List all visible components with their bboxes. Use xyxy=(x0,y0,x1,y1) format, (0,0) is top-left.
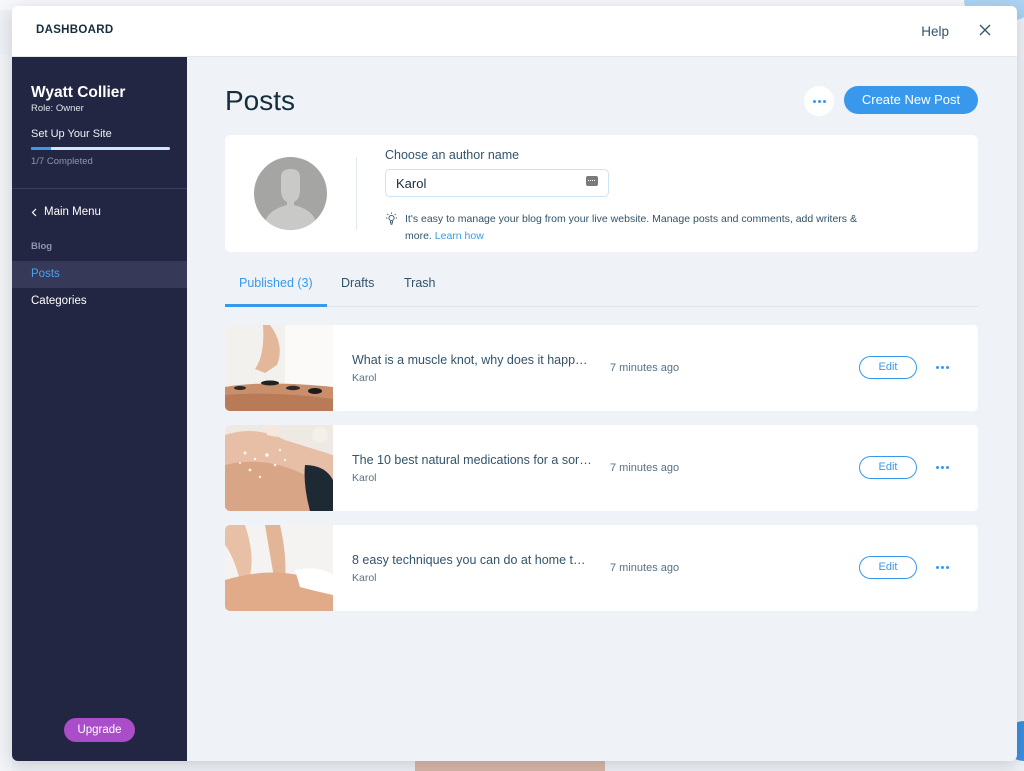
edit-post-button[interactable]: Edit xyxy=(859,556,917,579)
post-thumbnail xyxy=(225,325,333,411)
background-sidebar xyxy=(0,55,12,771)
tab-trash[interactable]: Trash xyxy=(404,276,436,290)
avatar xyxy=(254,157,327,230)
post-title[interactable]: The 10 best natural medications for a so… xyxy=(352,453,597,467)
post-tabs: Published (3) Drafts Trash xyxy=(225,267,978,307)
page-title: Posts xyxy=(225,85,296,116)
sidebar: Wyatt Collier Role: Owner Set Up Your Si… xyxy=(12,57,187,761)
more-actions-button[interactable] xyxy=(804,86,834,116)
more-horizontal-icon xyxy=(935,466,949,469)
create-new-post-button[interactable]: Create New Post xyxy=(844,86,978,114)
setup-progress-bar xyxy=(31,147,170,150)
close-button[interactable] xyxy=(977,22,993,38)
post-thumbnail xyxy=(225,525,333,611)
author-name-input[interactable] xyxy=(385,169,609,197)
post-timestamp: 7 minutes ago xyxy=(610,362,680,374)
salt-scrub-back-image xyxy=(225,425,333,511)
background-image xyxy=(415,761,605,771)
main-content: Posts Create New Post Choose an author n… xyxy=(187,57,1017,761)
tab-published[interactable]: Published (3) xyxy=(239,276,313,290)
sidebar-divider xyxy=(12,188,187,189)
upgrade-button[interactable]: Upgrade xyxy=(64,718,135,742)
sidebar-section-blog: Blog xyxy=(31,241,53,252)
edit-post-button[interactable]: Edit xyxy=(859,356,917,379)
sidebar-item-categories[interactable]: Categories xyxy=(12,288,187,315)
sidebar-item-posts[interactable]: Posts xyxy=(12,261,187,288)
more-horizontal-icon xyxy=(812,99,826,103)
modal-title: DASHBOARD xyxy=(36,24,114,36)
setup-title[interactable]: Set Up Your Site xyxy=(31,128,112,140)
learn-how-link[interactable]: Learn how xyxy=(435,230,484,242)
main-menu-link[interactable]: Main Menu xyxy=(31,206,101,218)
post-more-button[interactable] xyxy=(931,556,953,579)
active-tab-indicator xyxy=(225,304,327,307)
dashboard-modal: DASHBOARD Help Wyatt Collier Role: Owner… xyxy=(12,6,1017,761)
user-role: Role: Owner xyxy=(31,103,84,114)
post-timestamp: 7 minutes ago xyxy=(610,562,680,574)
post-title[interactable]: What is a muscle knot, why does it happ… xyxy=(352,353,597,367)
close-icon xyxy=(979,24,991,36)
blog-tip: It's easy to manage your blog from your … xyxy=(385,211,885,245)
chevron-left-icon xyxy=(31,208,37,216)
post-author: Karol xyxy=(352,572,377,584)
post-author: Karol xyxy=(352,372,377,384)
tab-drafts[interactable]: Drafts xyxy=(341,276,374,290)
post-title[interactable]: 8 easy techniques you can do at home t… xyxy=(352,553,597,567)
help-link[interactable]: Help xyxy=(921,24,949,39)
back-massage-image xyxy=(225,525,333,611)
user-silhouette-icon xyxy=(266,169,315,230)
more-horizontal-icon xyxy=(935,366,949,369)
author-name-label: Choose an author name xyxy=(385,148,520,162)
post-more-button[interactable] xyxy=(931,356,953,379)
setup-progress-text: 1/7 Completed xyxy=(31,156,93,167)
post-author: Karol xyxy=(352,472,377,484)
author-card: Choose an author name It's easy to manag… xyxy=(225,135,978,252)
user-name: Wyatt Collier xyxy=(31,84,126,101)
setup-progress-fill xyxy=(31,147,51,150)
edit-post-button[interactable]: Edit xyxy=(859,456,917,479)
lightbulb-icon xyxy=(386,212,397,225)
more-horizontal-icon xyxy=(935,566,949,569)
post-row[interactable]: What is a muscle knot, why does it happ…… xyxy=(225,325,978,411)
tip-text: It's easy to manage your blog from your … xyxy=(405,211,885,245)
main-menu-label: Main Menu xyxy=(44,206,101,218)
keyboard-icon[interactable] xyxy=(586,176,598,186)
hot-stone-massage-image xyxy=(225,325,333,411)
post-timestamp: 7 minutes ago xyxy=(610,462,680,474)
post-more-button[interactable] xyxy=(931,456,953,479)
post-thumbnail xyxy=(225,425,333,511)
author-divider xyxy=(356,157,357,230)
post-row[interactable]: 8 easy techniques you can do at home t… … xyxy=(225,525,978,611)
post-row[interactable]: The 10 best natural medications for a so… xyxy=(225,425,978,511)
modal-header: DASHBOARD Help xyxy=(12,6,1017,57)
